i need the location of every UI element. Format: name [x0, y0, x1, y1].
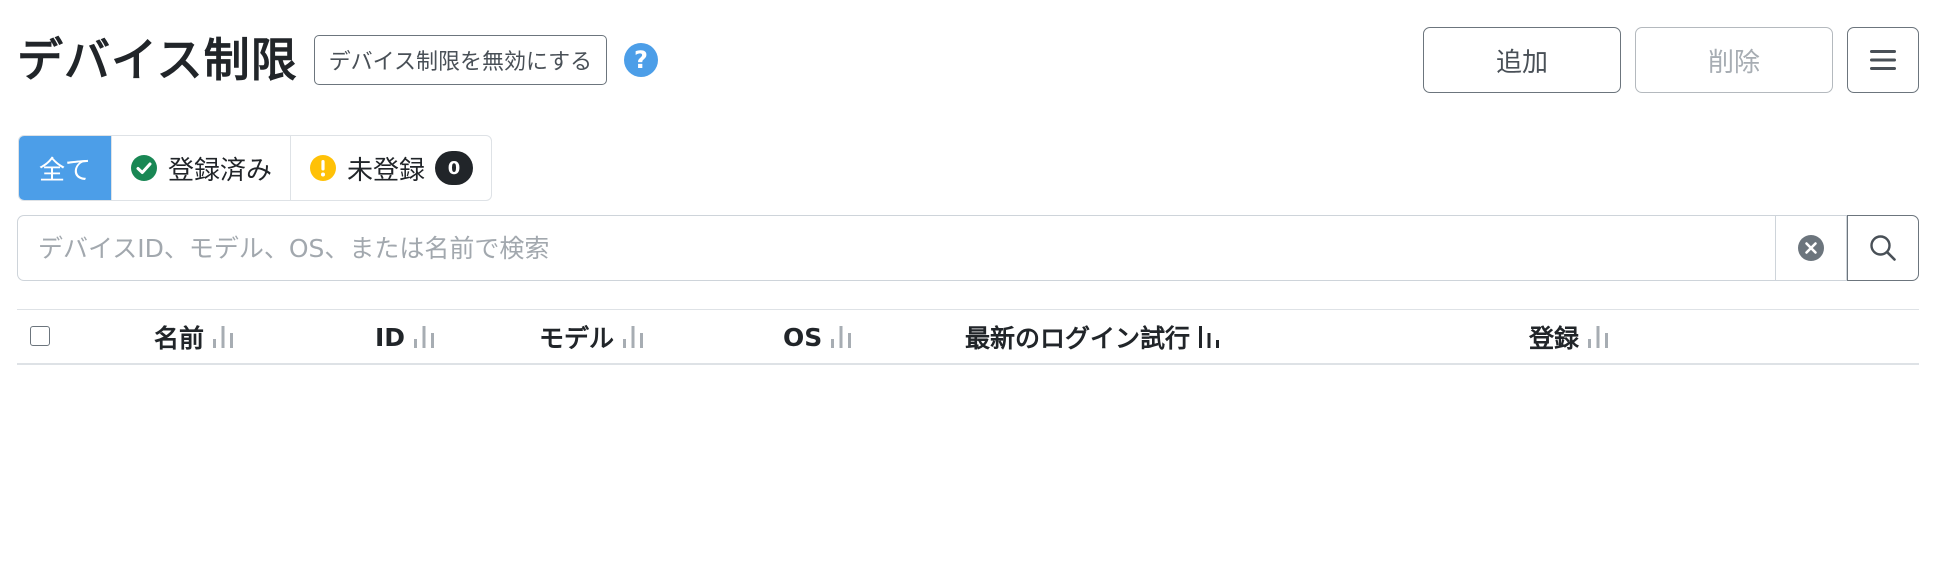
- search-icon: [1870, 235, 1896, 261]
- column-header-registration[interactable]: 登録: [1529, 310, 1609, 364]
- search-button[interactable]: [1847, 215, 1919, 281]
- sort-icon: [623, 326, 644, 348]
- page-title: デバイス制限: [17, 33, 298, 87]
- select-all-checkbox[interactable]: [30, 326, 50, 346]
- unregistered-count-badge: 0: [435, 151, 474, 185]
- svg-text:?: ?: [634, 46, 648, 74]
- toolbar-actions: 追加 削除: [1423, 27, 1919, 93]
- clear-circle-icon: [1798, 235, 1824, 261]
- filter-all[interactable]: 全て: [19, 136, 112, 200]
- hamburger-menu-icon: [1870, 50, 1896, 70]
- column-header-last-login[interactable]: 最新のログイン試行: [965, 310, 1220, 364]
- question-circle-icon[interactable]: ?: [623, 42, 659, 78]
- column-header-os-label: OS: [783, 322, 823, 352]
- column-header-os[interactable]: OS: [783, 310, 852, 364]
- filter-registered[interactable]: 登録済み: [111, 136, 290, 200]
- column-header-model-label: モデル: [539, 324, 615, 353]
- column-header-id[interactable]: ID: [375, 310, 435, 364]
- exclamation-circle-icon: [310, 155, 337, 181]
- device-table-header: 名前 ID モデル OS 最新のログイン試行 登録: [17, 309, 1919, 365]
- status-filter-group: 全て 登録済み 未登録 0: [18, 135, 493, 201]
- disable-device-restriction-button[interactable]: デバイス制限を無効にする: [313, 35, 608, 85]
- column-header-name-label: 名前: [154, 324, 205, 353]
- search-bar: [17, 215, 1919, 281]
- column-header-model[interactable]: モデル: [539, 310, 644, 364]
- search-input[interactable]: [17, 215, 1775, 281]
- column-header-registration-label: 登録: [1529, 324, 1580, 353]
- page-header: デバイス制限 デバイス制限を無効にする ?: [17, 27, 659, 93]
- sort-icon: [213, 326, 234, 348]
- filter-unregistered[interactable]: 未登録 0: [290, 136, 491, 200]
- column-header-id-label: ID: [375, 322, 406, 352]
- filter-registered-label: 登録済み: [168, 155, 273, 186]
- delete-button[interactable]: 削除: [1635, 27, 1833, 93]
- clear-search-button[interactable]: [1775, 215, 1847, 281]
- sort-icon: [414, 326, 435, 348]
- check-circle-icon: [131, 155, 158, 181]
- sort-icon: [831, 326, 852, 348]
- sort-icon: [1588, 326, 1609, 348]
- sort-descending-icon: [1199, 326, 1220, 348]
- filter-unregistered-label: 未登録: [347, 155, 426, 186]
- column-header-last-login-label: 最新のログイン試行: [965, 324, 1191, 353]
- menu-button[interactable]: [1847, 27, 1919, 93]
- filter-all-label: 全て: [39, 155, 92, 186]
- add-button[interactable]: 追加: [1423, 27, 1621, 93]
- column-header-name[interactable]: 名前: [154, 310, 234, 364]
